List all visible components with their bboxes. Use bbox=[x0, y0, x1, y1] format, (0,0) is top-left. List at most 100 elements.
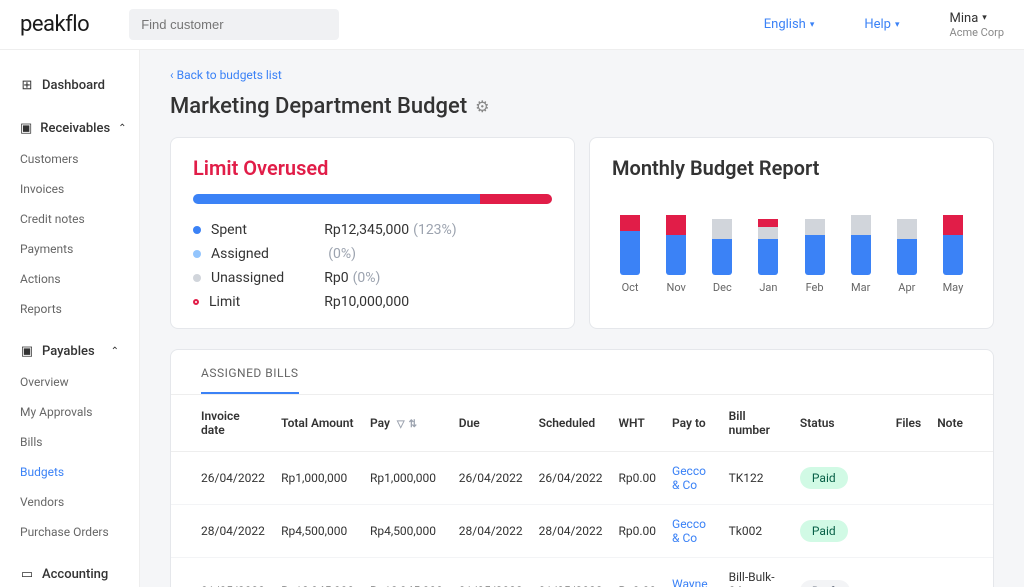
bar-col: Apr bbox=[889, 195, 925, 294]
dot-icon bbox=[193, 250, 201, 258]
search-input[interactable] bbox=[129, 9, 339, 40]
bar-seg bbox=[666, 215, 686, 235]
th-files[interactable]: Files bbox=[888, 395, 929, 452]
ring-icon bbox=[193, 299, 199, 305]
help-label: Help bbox=[864, 17, 891, 32]
progress-spent bbox=[193, 194, 480, 204]
sidebar-item-dashboard[interactable]: ⊞ Dashboard bbox=[0, 70, 139, 101]
th-total-amount[interactable]: Total Amount bbox=[273, 395, 362, 452]
sidebar-item-reports[interactable]: Reports bbox=[0, 294, 139, 324]
bar-seg bbox=[851, 235, 871, 275]
tab-assigned-bills[interactable]: ASSIGNED BILLS bbox=[201, 366, 299, 394]
th-invoice-date[interactable]: Invoice date bbox=[171, 395, 273, 452]
pay-to-link[interactable]: Wayne PTE bbox=[664, 558, 721, 587]
bar-col: Feb bbox=[797, 195, 833, 294]
bar-seg bbox=[620, 215, 640, 231]
sidebar-item-bills[interactable]: Bills bbox=[0, 427, 139, 457]
bar-seg bbox=[758, 227, 778, 239]
sidebar-item-actions[interactable]: Actions bbox=[0, 264, 139, 294]
sidebar-item-credit-notes[interactable]: Credit notes bbox=[0, 204, 139, 234]
sidebar-section-payables[interactable]: ▣ Payables ⌃ bbox=[0, 336, 139, 367]
bar-col: Oct bbox=[612, 195, 648, 294]
bar-seg bbox=[943, 235, 963, 275]
sidebar-item-budgets[interactable]: Budgets bbox=[0, 457, 139, 487]
pay-to-link[interactable]: Gecco & Co bbox=[664, 505, 721, 558]
th-due[interactable]: Due bbox=[451, 395, 531, 452]
sidebar-item-accounting[interactable]: ▭ Accounting bbox=[0, 559, 139, 587]
bar-stack bbox=[851, 195, 871, 275]
table-row[interactable]: 28/04/2022Rp4,500,000Rp4,500,00028/04/20… bbox=[171, 505, 993, 558]
dot-icon bbox=[193, 274, 201, 282]
bar-seg bbox=[805, 219, 825, 235]
bar-col: May bbox=[935, 195, 971, 294]
sidebar-section-receivables[interactable]: ▣ Receivables ⌃ bbox=[0, 113, 139, 144]
sidebar-item-invoices[interactable]: Invoices bbox=[0, 174, 139, 204]
logo: peakflo bbox=[20, 12, 89, 37]
th-scheduled[interactable]: Scheduled bbox=[531, 395, 611, 452]
pay-to-link[interactable]: Gecco & Co bbox=[664, 452, 721, 505]
table-row[interactable]: 31/05/2022Rp12,345,000Rp12,345,00031/05/… bbox=[171, 558, 993, 587]
sidebar-item-my-approvals[interactable]: My Approvals bbox=[0, 397, 139, 427]
user-name-label: Mina bbox=[950, 11, 979, 26]
card-icon: ▭ bbox=[20, 568, 34, 582]
status-badge: Paid bbox=[800, 520, 848, 542]
bar-stack bbox=[943, 195, 963, 275]
limit-card-title: Limit Overused bbox=[193, 156, 552, 180]
user-menu[interactable]: Mina ▾ Acme Corp bbox=[950, 11, 1004, 39]
bar-seg bbox=[805, 235, 825, 275]
bar-label: May bbox=[943, 281, 964, 294]
bar-label: Jan bbox=[759, 281, 777, 294]
sidebar: ⊞ Dashboard ▣ Receivables ⌃ CustomersInv… bbox=[0, 50, 140, 587]
chart-title: Monthly Budget Report bbox=[612, 156, 971, 180]
bar-label: Nov bbox=[667, 281, 686, 294]
bar-seg bbox=[897, 219, 917, 239]
th-status[interactable]: Status bbox=[792, 395, 888, 452]
th-pay[interactable]: Pay ▽⇅ bbox=[362, 395, 451, 452]
bills-table: Invoice date Total Amount Pay ▽⇅ Due Sch… bbox=[171, 395, 993, 587]
sidebar-item-customers[interactable]: Customers bbox=[0, 144, 139, 174]
bar-seg bbox=[851, 215, 871, 235]
bar-stack bbox=[712, 195, 732, 275]
th-bill-number[interactable]: Bill number bbox=[721, 395, 792, 452]
sidebar-item-purchase-orders[interactable]: Purchase Orders bbox=[0, 517, 139, 547]
bar-col: Nov bbox=[658, 195, 694, 294]
status-badge: Paid bbox=[800, 467, 848, 489]
help-link[interactable]: Help ▾ bbox=[864, 17, 899, 32]
user-org-label: Acme Corp bbox=[950, 26, 1004, 39]
bar-stack bbox=[620, 195, 640, 275]
chart-card: Monthly Budget Report Oct Nov Dec Jan Feb Mar… bbox=[589, 137, 994, 329]
th-wht[interactable]: WHT bbox=[610, 395, 664, 452]
bar-stack bbox=[805, 195, 825, 275]
bar-seg bbox=[758, 239, 778, 275]
bar-label: Apr bbox=[898, 281, 915, 294]
chevron-up-icon: ⌃ bbox=[111, 346, 119, 357]
chevron-down-icon: ▾ bbox=[810, 20, 815, 30]
page-title: Marketing Department Budget ⚙ bbox=[170, 94, 994, 119]
dot-icon bbox=[193, 226, 201, 234]
filter-icon: ▽ bbox=[397, 419, 405, 430]
th-note[interactable]: Note bbox=[929, 395, 993, 452]
bar-seg bbox=[666, 235, 686, 275]
back-link[interactable]: ‹ Back to budgets list bbox=[170, 68, 994, 82]
bar-seg bbox=[712, 219, 732, 239]
bar-col: Dec bbox=[704, 195, 740, 294]
bar-stack bbox=[758, 195, 778, 275]
language-selector[interactable]: English ▾ bbox=[764, 17, 815, 32]
chevron-down-icon: ▾ bbox=[982, 13, 987, 23]
progress-over bbox=[480, 194, 552, 204]
th-pay-to[interactable]: Pay to bbox=[664, 395, 721, 452]
sort-icon: ⇅ bbox=[409, 419, 417, 430]
gear-icon[interactable]: ⚙ bbox=[475, 97, 489, 116]
bar-seg bbox=[758, 219, 778, 227]
table-row[interactable]: 26/04/2022Rp1,000,000Rp1,000,00026/04/20… bbox=[171, 452, 993, 505]
sidebar-item-vendors[interactable]: Vendors bbox=[0, 487, 139, 517]
bar-label: Mar bbox=[851, 281, 870, 294]
bar-seg bbox=[712, 239, 732, 275]
sidebar-item-payments[interactable]: Payments bbox=[0, 234, 139, 264]
bar-chart: Oct Nov Dec Jan Feb Mar Apr May bbox=[612, 194, 971, 294]
bar-col: Jan bbox=[750, 195, 786, 294]
main-content: ‹ Back to budgets list Marketing Departm… bbox=[140, 50, 1024, 587]
progress-bar bbox=[193, 194, 552, 204]
sidebar-item-overview[interactable]: Overview bbox=[0, 367, 139, 397]
grid-icon: ⊞ bbox=[20, 79, 34, 93]
